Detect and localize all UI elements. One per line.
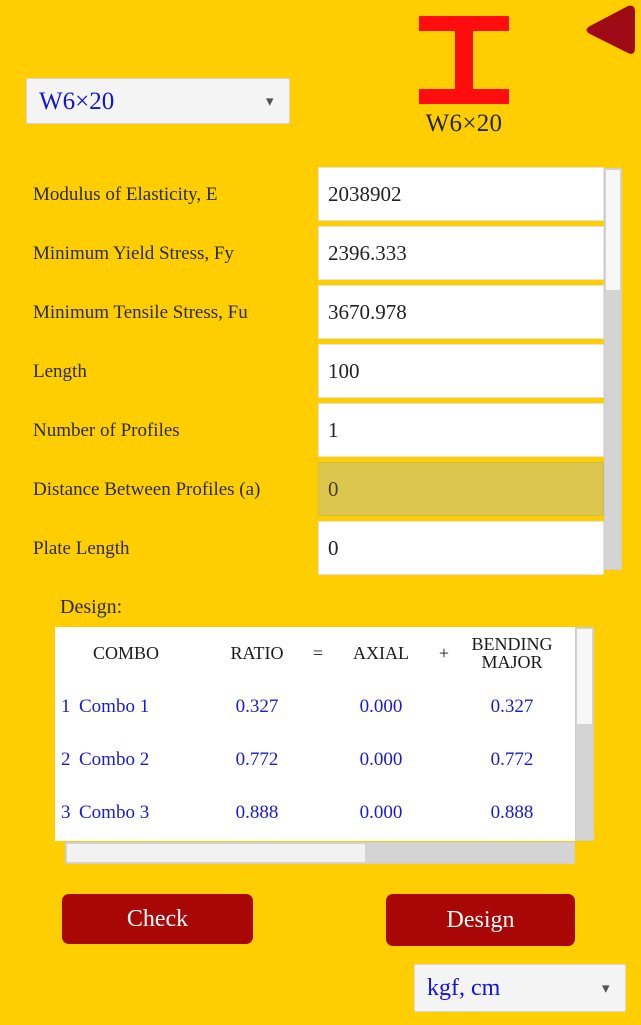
table-vertical-scrollbar[interactable] [575,627,594,841]
form-row-plate-length: Plate Length [0,519,622,578]
cell-plus-1 [429,681,459,734]
cell-combo: Combo 3 [79,802,150,823]
table-row[interactable]: 3 Combo 3 0.888 0.000 0.888 0.000 [55,787,575,840]
header-bending-major: BENDING MAJOR [459,627,565,681]
cell-bending-major: 0.327 [490,696,534,717]
design-button[interactable]: Design [386,894,575,946]
header-plus-2: + [565,627,576,681]
cell-ratio: 0.327 [235,696,279,717]
cell-index: 4 [55,840,79,841]
design-results-table: COMBO RATIO = AXIAL + BENDING MAJOR + BE… [55,627,575,841]
form-row-modulus: Modulus of Elasticity, E [0,165,622,224]
units-select[interactable]: kgf, cm [414,964,626,1012]
cell-combo: Combo 4 [79,840,211,841]
table-row[interactable]: 4 Combo 4 0.675 0.000 0.675 0.000 [55,840,575,841]
cell-axial: 0.000 [333,840,429,841]
form-row-number-of-profiles: Number of Profiles [0,401,622,460]
cell-axial: 0.000 [359,696,403,717]
label-modulus-of-elasticity: Modulus of Elasticity, E [33,183,218,205]
form-row-yield-stress: Minimum Yield Stress, Fy [0,224,622,283]
header-plus-1: + [438,643,450,663]
beam-figure: W6×20 [404,12,524,152]
table-horizontal-scrollbar[interactable] [65,842,575,864]
header-equals: = [312,643,324,663]
triangle-left-icon[interactable] [578,2,638,58]
cell-equals [303,681,333,734]
profile-select[interactable]: W6×20 [26,78,290,124]
label-minimum-tensile-stress: Minimum Tensile Stress, Fu [33,301,248,323]
cell-ratio: 0.772 [235,749,279,770]
label-distance-between-profiles: Distance Between Profiles (a) [33,478,261,500]
table-header-row: COMBO RATIO = AXIAL + BENDING MAJOR + BE… [55,627,575,681]
label-plate-length: Plate Length [33,537,130,559]
form-row-tensile-stress: Minimum Tensile Stress, Fu [0,283,622,342]
input-plate-length[interactable] [318,521,604,575]
form-vertical-scrollbar[interactable] [604,168,622,570]
cell-bending-major: 0.675 [459,840,565,841]
input-length[interactable] [318,344,604,398]
label-number-of-profiles: Number of Profiles [33,419,180,441]
beam-label: W6×20 [425,110,503,137]
i-beam-icon [419,16,509,104]
design-caption: Design: [60,596,123,618]
input-number-of-profiles[interactable] [318,403,604,457]
table-horizontal-scrollbar-thumb[interactable] [66,843,366,863]
cell-index: 2 [61,749,71,770]
cell-axial: 0.000 [359,802,403,823]
input-distance-between-profiles[interactable] [318,462,604,516]
form-row-distance-between-profiles: Distance Between Profiles (a) [0,460,622,519]
cell-index: 3 [61,802,71,823]
cell-plus-2 [565,681,575,734]
header-ratio: RATIO [230,643,284,663]
cell-ratio: 0.675 [211,840,303,841]
steel-design-app: W6×20 ▾ W6×20 Modulus of Elasticity, E M… [0,0,641,1025]
table-vertical-scrollbar-thumb[interactable] [576,628,593,725]
header-combo: COMBO [93,643,160,663]
input-minimum-tensile-stress[interactable] [318,285,604,339]
table-row[interactable]: 1 Combo 1 0.327 0.000 0.327 0.000 [55,681,575,734]
cell-equals [303,734,333,787]
cell-plus-1 [429,734,459,787]
check-button[interactable]: Check [62,894,253,944]
form-row-length: Length [0,342,622,401]
form-scrollbar-thumb[interactable] [605,169,621,291]
cell-combo: Combo 1 [79,696,150,717]
table-row[interactable]: 2 Combo 2 0.772 0.000 0.772 0.000 [55,734,575,787]
label-length: Length [33,360,87,382]
input-minimum-yield-stress[interactable] [318,226,604,280]
properties-form: Modulus of Elasticity, E Minimum Yield S… [0,165,622,575]
cell-plus-1 [429,787,459,840]
header-index [55,627,79,681]
header-bending-major-line2: MAJOR [481,652,543,672]
cell-ratio: 0.888 [235,802,279,823]
cell-plus-2 [565,734,575,787]
cell-combo: Combo 2 [79,749,150,770]
cell-axial: 0.000 [359,749,403,770]
header-bending-major-line1: BENDING [471,634,553,654]
cell-equals [303,840,333,841]
label-minimum-yield-stress: Minimum Yield Stress, Fy [33,242,234,264]
header-axial: AXIAL [353,643,409,663]
cell-index: 1 [61,696,71,717]
cell-bending-major: 0.888 [490,802,534,823]
cell-equals [303,787,333,840]
input-modulus-of-elasticity[interactable] [318,167,604,221]
cell-plus-2 [565,787,575,840]
cell-bending-major: 0.772 [490,749,534,770]
cell-plus-2 [565,840,575,841]
cell-plus-1 [429,840,459,841]
